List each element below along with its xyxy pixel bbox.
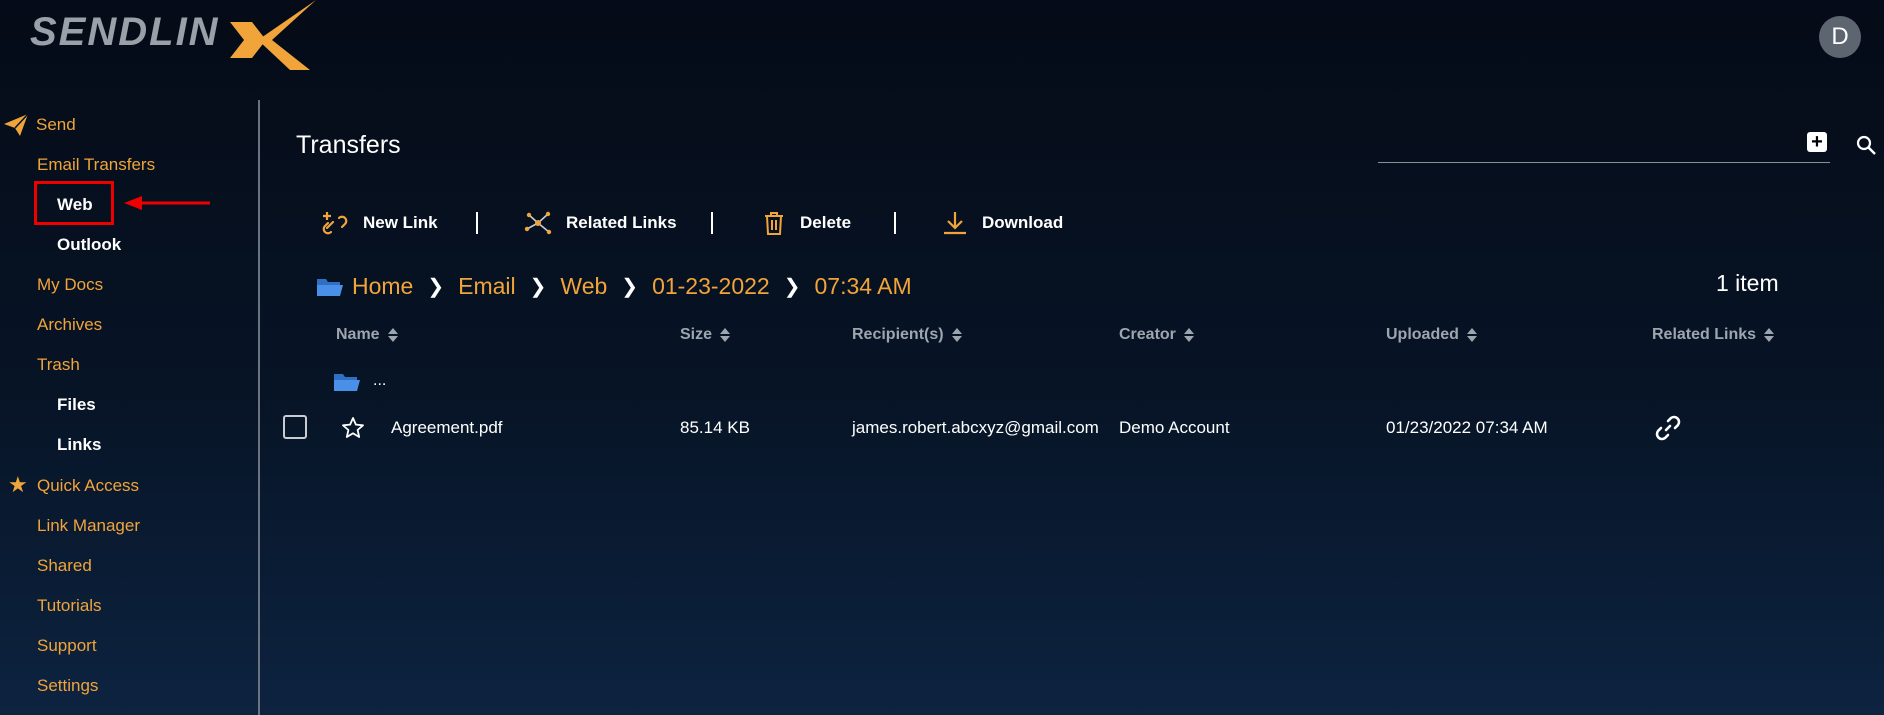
folder-open-icon [334, 374, 360, 391]
sort-icon [1183, 328, 1194, 342]
column-label: Creator [1119, 326, 1176, 343]
sidebar-item-archives[interactable]: Archives [37, 315, 102, 335]
parent-folder-row[interactable]: ... [333, 370, 386, 392]
chevron-right-icon: ❯ [427, 275, 445, 298]
delete-label: Delete [800, 213, 852, 232]
breadcrumb-home[interactable]: Home [352, 273, 413, 300]
page-title: Transfers [296, 131, 401, 159]
toolbar-divider [711, 212, 713, 234]
sidebar-item-links[interactable]: Links [57, 435, 101, 455]
search-input[interactable] [1378, 162, 1830, 163]
toolbar-divider [476, 212, 478, 234]
chevron-right-icon: ❯ [783, 275, 801, 298]
column-header-related-links[interactable]: Related Links [1652, 326, 1775, 344]
column-label: Related Links [1652, 326, 1757, 343]
sidebar-item-send[interactable]: Send [36, 115, 76, 135]
column-label: Recipient(s) [852, 326, 944, 343]
file-size: 85.14 KB [680, 418, 750, 437]
sidebar-item-shared[interactable]: Shared [37, 556, 92, 576]
breadcrumb-email[interactable]: Email [458, 273, 516, 300]
paper-plane-icon [4, 114, 28, 136]
download-label: Download [982, 213, 1064, 232]
breadcrumb-date[interactable]: 01-23-2022 [652, 273, 770, 300]
sort-icon [1764, 328, 1775, 342]
sidebar-item-email-transfers[interactable]: Email Transfers [37, 155, 155, 175]
row-checkbox[interactable] [283, 415, 307, 439]
sidebar-item-trash[interactable]: Trash [37, 355, 80, 375]
sort-icon [387, 328, 398, 342]
logo-text: SENDLIN [30, 10, 220, 54]
breadcrumb-web[interactable]: Web [560, 273, 607, 300]
sidebar-item-my-docs[interactable]: My Docs [37, 275, 103, 295]
web-highlight-box [34, 181, 114, 225]
breadcrumb-time[interactable]: 07:34 AM [814, 273, 911, 300]
new-link-button[interactable]: New Link [321, 208, 438, 238]
related-links-label: Related Links [566, 213, 677, 232]
new-link-label: New Link [363, 213, 438, 232]
breadcrumb: Home ❯ Email ❯ Web ❯ 01-23-2022 ❯ 07:34 … [316, 270, 912, 302]
user-avatar[interactable]: D [1819, 16, 1861, 58]
sort-icon [720, 328, 731, 342]
sidebar-item-quick-access[interactable]: Quick Access [37, 476, 139, 496]
sidebar-item-tutorials[interactable]: Tutorials [37, 596, 102, 616]
column-label: Name [336, 326, 380, 343]
folder-open-icon [317, 279, 343, 296]
logo-x-mark [230, 0, 316, 70]
sidebar-item-support[interactable]: Support [37, 636, 97, 656]
column-header-size[interactable]: Size [680, 326, 731, 344]
star-outline-icon[interactable] [341, 416, 365, 440]
trash-icon [765, 212, 783, 235]
sidebar-item-settings[interactable]: Settings [37, 676, 98, 696]
network-icon [524, 211, 552, 235]
star-icon: ★ [8, 472, 28, 497]
file-uploaded: 01/23/2022 07:34 AM [1386, 418, 1548, 437]
file-recipient: james.robert.abcxyz@gmail.com [852, 418, 1099, 437]
link-icon[interactable] [1654, 414, 1682, 442]
sidebar-item-outlook[interactable]: Outlook [57, 235, 121, 255]
column-header-recipients[interactable]: Recipient(s) [852, 326, 962, 344]
column-label: Size [680, 326, 713, 343]
add-button[interactable]: + [1807, 132, 1827, 152]
sendlinx-logo[interactable]: SENDLIN [30, 0, 316, 72]
sort-icon [951, 328, 962, 342]
chevron-right-icon: ❯ [621, 275, 639, 298]
sidebar-item-files[interactable]: Files [57, 395, 96, 415]
chevron-right-icon: ❯ [529, 275, 547, 298]
column-header-name[interactable]: Name [336, 326, 398, 344]
file-creator: Demo Account [1119, 418, 1230, 437]
delete-button[interactable]: Delete [762, 208, 851, 238]
column-label: Uploaded [1386, 326, 1459, 343]
related-links-button[interactable]: Related Links [524, 208, 677, 238]
column-header-creator[interactable]: Creator [1119, 326, 1194, 344]
sidebar-item-link-manager[interactable]: Link Manager [37, 516, 140, 536]
column-header-uploaded[interactable]: Uploaded [1386, 326, 1477, 344]
download-button[interactable]: Download [942, 208, 1063, 238]
item-count: 1 item [1716, 270, 1779, 296]
parent-folder-label: ... [373, 372, 387, 389]
toolbar-divider [894, 212, 896, 234]
download-icon [944, 212, 966, 235]
new-link-icon [322, 212, 348, 235]
sort-icon [1466, 328, 1477, 342]
file-name[interactable]: Agreement.pdf [391, 418, 503, 438]
search-icon[interactable] [1855, 134, 1877, 156]
red-arrow-annotation [124, 196, 210, 210]
